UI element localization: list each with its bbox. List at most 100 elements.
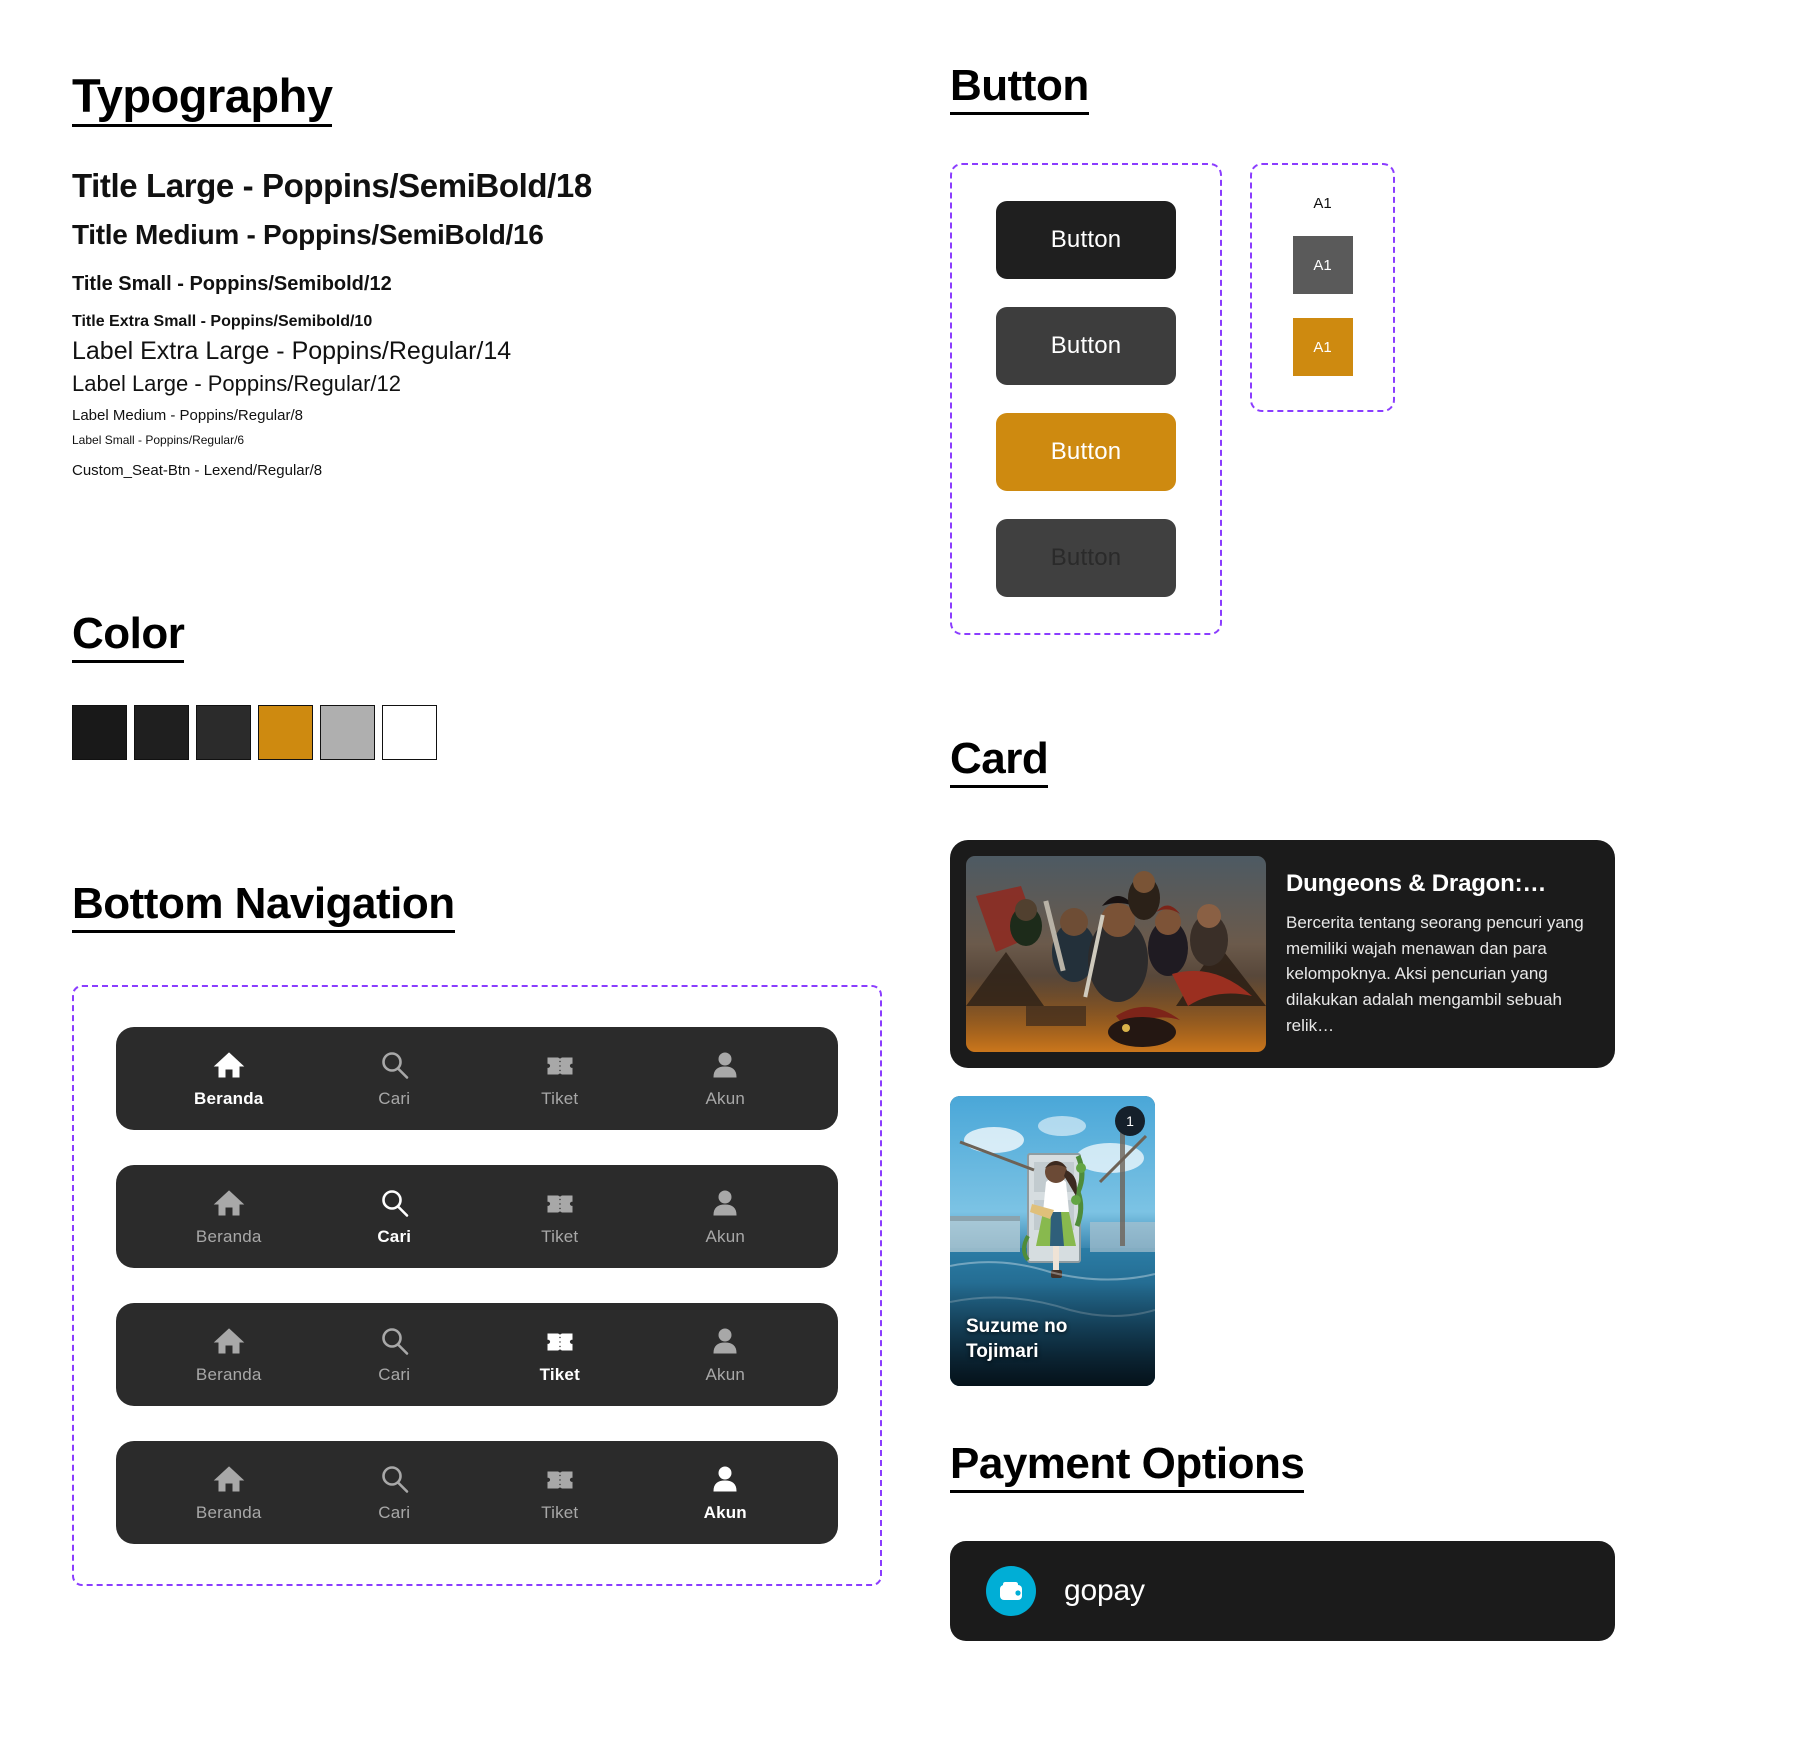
card-heading: Card	[950, 734, 1049, 789]
nav-item-cari[interactable]: Cari	[334, 1048, 454, 1109]
button-disabled: Button	[996, 519, 1176, 598]
payment-options-heading: Payment Options	[950, 1439, 1305, 1494]
home-icon	[213, 1324, 245, 1358]
color-swatch-gray	[320, 705, 375, 761]
ticket-icon	[544, 1186, 576, 1220]
movie-poster-image	[966, 856, 1266, 1053]
design-system-sheet: Typography Title Large - Poppins/SemiBol…	[0, 0, 1810, 1754]
ticket-icon	[544, 1462, 576, 1496]
movie-card-wide[interactable]: Dungeons & Dragon:… Bercerita tentang se…	[950, 840, 1615, 1069]
nav-item-label: Beranda	[195, 1365, 262, 1385]
movie-poster-card[interactable]: 1 Suzume no Tojimari	[950, 1096, 1155, 1387]
bottom-navigation-frame: Beranda Cari Tiket Akun Beranda Cari Tiket Akun…	[72, 985, 882, 1587]
person-icon	[709, 1324, 741, 1358]
button-primary[interactable]: Button	[996, 201, 1176, 280]
home-icon	[213, 1186, 245, 1220]
seat-selected-amber[interactable]: A1	[1292, 318, 1353, 377]
bottom-nav-bar-tiket: Beranda Cari Tiket Akun	[116, 1303, 838, 1407]
nav-item-label: Beranda	[195, 1503, 262, 1523]
nav-item-label: Akun	[703, 1503, 747, 1523]
color-swatch-dark-1	[134, 705, 189, 761]
nav-item-tiket[interactable]: Tiket	[500, 1048, 620, 1109]
type-sample-label-small: Label Small - Poppins/Regular/6	[72, 432, 245, 447]
bottom-navigation-heading: Bottom Navigation	[72, 879, 455, 934]
movie-card-info: Dungeons & Dragon:… Bercerita tentang se…	[1286, 870, 1599, 1039]
home-icon	[213, 1462, 245, 1496]
button-section: Button Button Button Button Button A1 A1…	[950, 61, 1395, 636]
poster-caption: Suzume no Tojimari	[966, 1316, 1068, 1362]
person-icon	[709, 1186, 741, 1220]
color-swatch-list	[72, 705, 437, 761]
person-icon	[709, 1048, 741, 1082]
dungeons-dragons-poster-art	[966, 856, 1266, 1053]
type-sample-label-medium: Label Medium - Poppins/Regular/8	[72, 406, 303, 424]
nav-item-label: Cari	[378, 1089, 411, 1109]
nav-item-akun[interactable]: Akun	[665, 1186, 785, 1247]
button-secondary[interactable]: Button	[996, 307, 1176, 386]
type-sample-custom-seat-btn: Custom_Seat-Btn - Lexend/Regular/8	[72, 461, 323, 479]
nav-item-akun[interactable]: Akun	[665, 1324, 785, 1385]
nav-item-label: Akun	[705, 1089, 746, 1109]
nav-item-label: Cari	[378, 1503, 411, 1523]
color-swatch-accent-amber	[258, 705, 313, 761]
ticket-icon	[544, 1048, 576, 1082]
button-heading: Button	[950, 61, 1089, 116]
movie-card-title: Dungeons & Dragon:…	[1286, 869, 1547, 897]
bottom-nav-bar-cari: Beranda Cari Tiket Akun	[116, 1165, 838, 1269]
color-swatch-white	[382, 705, 437, 761]
color-swatch-dark-2	[196, 705, 251, 761]
seat-variants-frame: A1 A1 A1	[1250, 163, 1395, 413]
nav-item-label: Beranda	[194, 1089, 264, 1109]
nav-item-beranda[interactable]: Beranda	[169, 1324, 289, 1385]
payment-option-name: gopay	[1064, 1574, 1145, 1608]
nav-item-label: Akun	[705, 1227, 746, 1247]
nav-item-label: Akun	[705, 1365, 746, 1385]
color-heading: Color	[72, 609, 185, 664]
nav-item-label: Tiket	[539, 1365, 580, 1385]
wallet-glyph	[1000, 1582, 1022, 1601]
search-icon	[378, 1324, 410, 1358]
typography-section: Typography Title Large - Poppins/SemiBol…	[72, 70, 772, 479]
payment-options-section: Payment Options gopay	[950, 1439, 1615, 1642]
card-section: Card Dungeons & Dragon:… Bercerita tenta…	[950, 734, 1615, 1387]
search-icon	[378, 1462, 410, 1496]
nav-item-cari[interactable]: Cari	[334, 1186, 454, 1247]
typography-heading: Typography	[72, 70, 333, 127]
nav-item-label: Beranda	[195, 1227, 262, 1247]
seat-available[interactable]: A1	[1313, 195, 1331, 212]
person-icon	[709, 1462, 741, 1496]
color-section: Color	[72, 609, 437, 761]
bottom-nav-bar-akun: Beranda Cari Tiket Akun	[116, 1441, 838, 1545]
button-variants-frame: Button Button Button Button	[950, 163, 1222, 636]
movie-card-description: Bercerita tentang seorang pencuri yang m…	[1286, 912, 1584, 1036]
color-swatch-black	[72, 705, 127, 761]
nav-item-label: Cari	[378, 1365, 411, 1385]
nav-item-label: Tiket	[541, 1227, 579, 1247]
nav-item-label: Cari	[377, 1227, 412, 1247]
bottom-navigation-section: Bottom Navigation Beranda Cari Tiket Akun Be…	[72, 879, 882, 1587]
nav-item-beranda[interactable]: Beranda	[169, 1048, 289, 1109]
type-sample-title-medium: Title Medium - Poppins/SemiBold/16	[72, 218, 544, 250]
home-icon	[213, 1048, 245, 1082]
type-sample-title-extra-small: Title Extra Small - Poppins/Semibold/10	[72, 312, 373, 330]
nav-item-tiket[interactable]: Tiket	[500, 1186, 620, 1247]
nav-item-cari[interactable]: Cari	[334, 1324, 454, 1385]
nav-item-beranda[interactable]: Beranda	[169, 1462, 289, 1523]
nav-item-tiket[interactable]: Tiket	[500, 1462, 620, 1523]
payment-option-gopay[interactable]: gopay	[950, 1541, 1615, 1642]
search-icon	[378, 1186, 410, 1220]
type-sample-title-small: Title Small - Poppins/Semibold/12	[72, 272, 392, 295]
nav-item-tiket[interactable]: Tiket	[500, 1324, 620, 1385]
seat-selected-gray[interactable]: A1	[1292, 236, 1353, 295]
type-sample-title-large: Title Large - Poppins/SemiBold/18	[72, 166, 592, 204]
bottom-nav-bar-beranda: Beranda Cari Tiket Akun	[116, 1027, 838, 1131]
type-sample-label-extra-large: Label Extra Large - Poppins/Regular/14	[72, 336, 512, 365]
nav-item-cari[interactable]: Cari	[334, 1462, 454, 1523]
button-accent[interactable]: Button	[996, 413, 1176, 492]
nav-item-beranda[interactable]: Beranda	[169, 1186, 289, 1247]
wallet-icon	[986, 1566, 1036, 1617]
nav-item-akun[interactable]: Akun	[665, 1048, 785, 1109]
nav-item-akun[interactable]: Akun	[665, 1462, 785, 1523]
type-sample-label-large: Label Large - Poppins/Regular/12	[72, 370, 402, 396]
nav-item-label: Tiket	[541, 1503, 579, 1523]
